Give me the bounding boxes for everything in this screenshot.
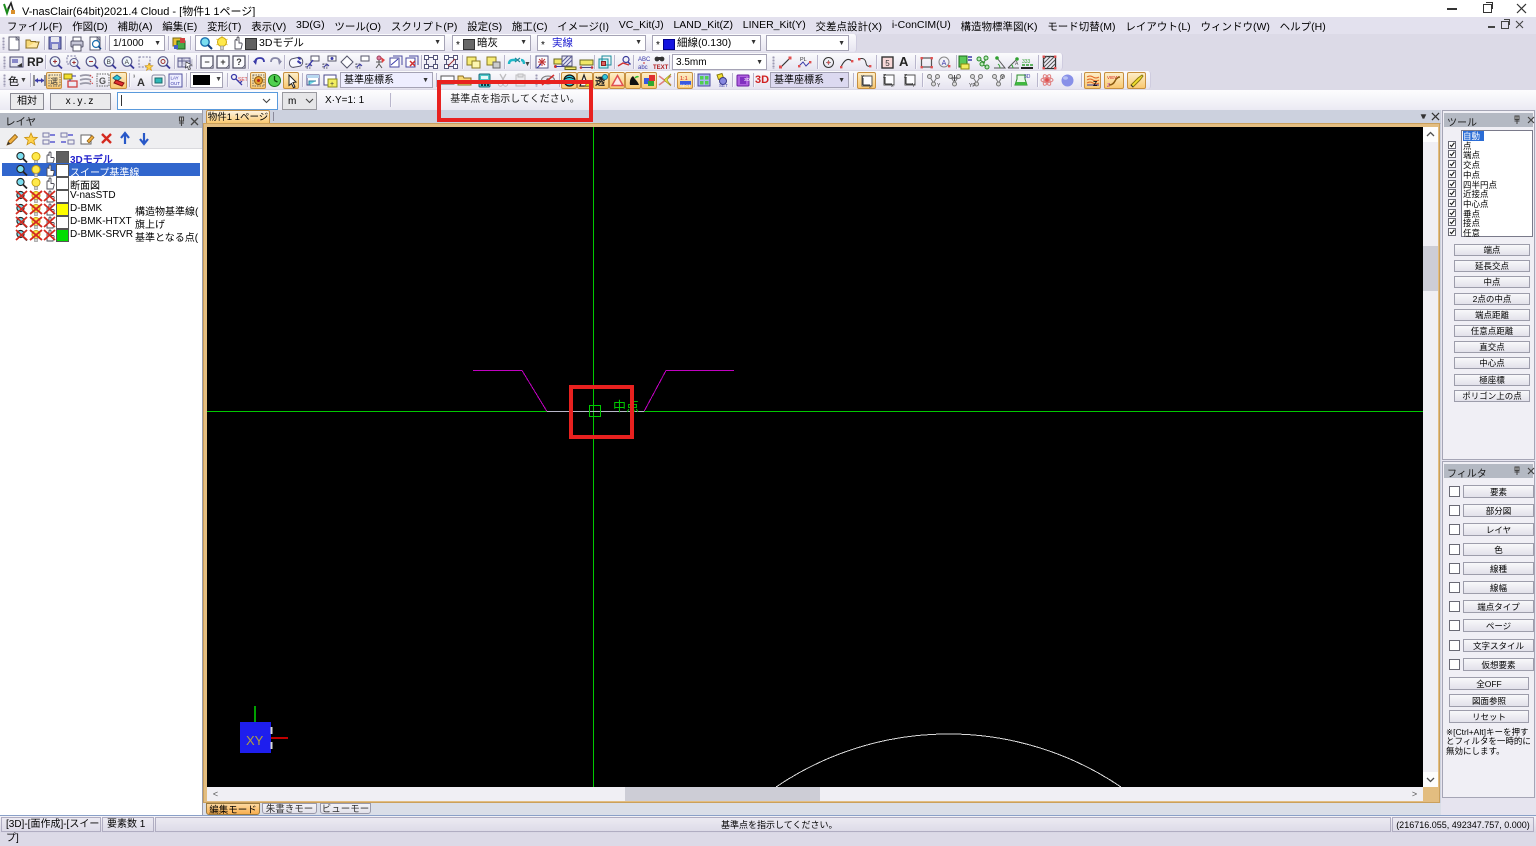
svg-text:A: A bbox=[137, 77, 145, 89]
svg-text:選: 選 bbox=[50, 76, 58, 86]
svg-text:XY: XY bbox=[246, 733, 264, 748]
svg-text:Z: Z bbox=[904, 74, 907, 80]
svg-text:+: + bbox=[220, 57, 225, 67]
svg-text:5: 5 bbox=[885, 59, 890, 68]
svg-text:+: + bbox=[330, 81, 334, 88]
svg-text:SET: SET bbox=[719, 83, 728, 88]
svg-text:Z: Z bbox=[883, 74, 886, 80]
svg-text:³: ³ bbox=[133, 75, 135, 81]
svg-text:LAY: LAY bbox=[171, 76, 179, 81]
svg-text:3D: 3D bbox=[1024, 74, 1031, 80]
svg-text:A: A bbox=[125, 59, 130, 66]
svg-text:3D: 3D bbox=[744, 77, 751, 82]
svg-text:G: G bbox=[99, 76, 106, 86]
svg-text:A: A bbox=[1015, 61, 1019, 67]
svg-text:?: ? bbox=[236, 57, 242, 67]
svg-text:Z: Z bbox=[1093, 81, 1098, 88]
svg-text:333: 333 bbox=[1022, 59, 1031, 65]
svg-text:OUT: OUT bbox=[171, 81, 181, 86]
svg-text:Z: Z bbox=[1107, 83, 1110, 89]
svg-text:A: A bbox=[942, 60, 947, 67]
svg-text:YP: YP bbox=[969, 83, 976, 89]
svg-text:B: B bbox=[107, 59, 111, 66]
svg-text:ABC: ABC bbox=[638, 57, 651, 63]
svg-text:−: − bbox=[204, 57, 209, 67]
svg-text:SECT: SECT bbox=[680, 83, 691, 88]
